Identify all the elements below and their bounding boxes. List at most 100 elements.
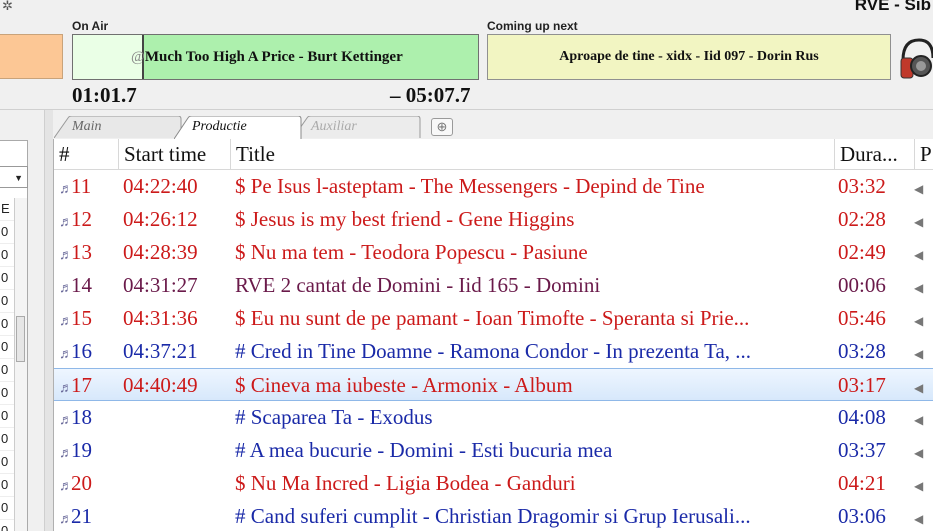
top-divider — [0, 109, 933, 110]
playlist-header: # Start time Title Dura... P — [54, 139, 933, 170]
row-number: ♬19 — [59, 434, 119, 467]
row-duration: 02:49 — [838, 240, 886, 264]
row-number-text: 20 — [71, 471, 92, 495]
tab-main-label: Main — [72, 119, 102, 134]
row-number-text: 13 — [71, 240, 92, 264]
column-header-p[interactable]: P — [915, 139, 933, 169]
row-title: # Cred in Tine Doamne - Ramona Condor - … — [235, 339, 752, 363]
table-row[interactable]: ♬11 04:22:40 $ Pe Isus l-asteptam - The Me… — [54, 170, 933, 203]
music-note-icon: ♬ — [59, 281, 73, 296]
plus-icon: ⊕ — [436, 119, 448, 134]
left-list-item[interactable]: 0 — [0, 359, 14, 382]
row-sound-cell[interactable]: ◀ — [914, 269, 932, 302]
row-sound-cell[interactable]: ◀ — [914, 401, 932, 434]
row-duration: 04:08 — [838, 405, 886, 429]
music-note-icon: ♬ — [59, 347, 73, 362]
volume-icon: ◀ — [914, 512, 924, 526]
add-tab-button[interactable]: ⊕ — [431, 118, 453, 136]
row-sound-cell[interactable]: ◀ — [914, 369, 932, 402]
coming-up-track-box[interactable]: Aproape de tine - xidx - Iid 097 - Dorin… — [487, 34, 891, 80]
left-list-item[interactable]: 0 — [0, 244, 14, 267]
row-duration: 03:06 — [838, 504, 886, 528]
column-header-title[interactable]: Title — [231, 139, 835, 169]
table-row[interactable]: ♬16 04:37:21 # Cred in Tine Doamne - Ramon… — [54, 335, 933, 368]
row-number-text: 21 — [71, 504, 92, 528]
row-sound-cell[interactable]: ◀ — [914, 335, 932, 368]
left-list-item[interactable]: 0 — [0, 428, 14, 451]
column-header-duration[interactable]: Dura... — [835, 139, 915, 169]
left-list-item[interactable]: 0 — [0, 290, 14, 313]
row-start-time — [123, 467, 233, 500]
row-sound-cell[interactable]: ◀ — [914, 170, 932, 203]
row-number: ♬14 — [59, 269, 119, 302]
row-start-time — [123, 434, 233, 467]
volume-icon: ◀ — [914, 446, 924, 460]
table-row[interactable]: ♬18 # Scaparea Ta - Exodus 04:08 ◀ — [54, 401, 933, 434]
table-row-selected[interactable]: ♬17 04:40:49 $ Cineva ma iubeste - Armonix… — [54, 368, 933, 401]
volume-icon: ◀ — [914, 347, 924, 361]
row-sound-cell[interactable]: ◀ — [914, 500, 932, 531]
left-list-item[interactable]: 0 — [0, 451, 14, 474]
table-row[interactable]: ♬13 04:28:39 $ Nu ma tem - Teodora Popescu… — [54, 236, 933, 269]
table-row[interactable]: ♬20 $ Nu Ma Incred - Ligia Bodea - Gandur… — [54, 467, 933, 500]
row-sound-cell[interactable]: ◀ — [914, 467, 932, 500]
panel-splitter[interactable] — [44, 110, 53, 531]
left-list-item[interactable]: 0 — [0, 336, 14, 359]
left-list-item[interactable]: 0 — [0, 520, 14, 531]
left-list-item[interactable]: 0 — [0, 474, 14, 497]
row-sound-cell[interactable]: ◀ — [914, 203, 932, 236]
row-duration: 03:37 — [838, 438, 886, 462]
volume-icon: ◀ — [914, 248, 924, 262]
column-header-number[interactable]: # — [54, 139, 119, 169]
table-row[interactable]: ♬21 # Cand suferi cumplit - Christian Dra… — [54, 500, 933, 531]
left-list-item[interactable]: E — [0, 198, 14, 221]
row-sound-cell[interactable]: ◀ — [914, 302, 932, 335]
on-air-prefix: @ — [131, 49, 145, 65]
left-list-item[interactable]: 0 — [0, 382, 14, 405]
playlist-grid[interactable]: # Start time Title Dura... P ♬11 04:22:40… — [53, 139, 933, 531]
on-air-track-box[interactable]: @Much Too High A Price - Burt Kettinger — [72, 34, 479, 80]
left-list-item[interactable]: 0 — [0, 267, 14, 290]
left-panel-dropdown[interactable]: ▼ — [0, 166, 28, 188]
settings-gear-icon[interactable]: ✲ — [2, 0, 20, 12]
table-row[interactable]: ♬19 # A mea bucurie - Domini - Esti bucur… — [54, 434, 933, 467]
music-note-icon: ♬ — [59, 314, 73, 329]
row-duration: 05:46 — [838, 306, 886, 330]
row-start-time: 04:37:21 — [123, 339, 198, 363]
on-air-label: On Air — [72, 19, 109, 33]
row-sound-cell[interactable]: ◀ — [914, 434, 932, 467]
tab-productie-label: Productie — [192, 119, 247, 134]
speaker-headphones-icon[interactable] — [899, 34, 933, 82]
row-duration: 02:28 — [838, 207, 886, 231]
music-note-icon: ♬ — [59, 381, 73, 396]
left-panel-scrollbar[interactable] — [14, 198, 27, 531]
left-list-item[interactable]: 0 — [0, 221, 14, 244]
column-header-start-time[interactable]: Start time — [119, 139, 231, 169]
volume-icon: ◀ — [914, 182, 924, 196]
row-duration: 03:17 — [838, 373, 886, 397]
left-side-panel: ▼ E00000000000000 — [0, 110, 44, 531]
row-number-text: 15 — [71, 306, 92, 330]
table-row[interactable]: ♬14 04:31:27 RVE 2 cantat de Domini - Iid … — [54, 269, 933, 302]
left-list-item[interactable]: 0 — [0, 313, 14, 336]
table-row[interactable]: ♬12 04:26:12 $ Jesus is my best friend - G… — [54, 203, 933, 236]
row-sound-cell[interactable]: ◀ — [914, 236, 932, 269]
left-list-item[interactable]: 0 — [0, 497, 14, 520]
row-title: $ Eu nu sunt de pe pamant - Ioan Timofte… — [235, 306, 750, 330]
row-title: RVE 2 cantat de Domini - Iid 165 - Domin… — [235, 273, 601, 297]
elapsed-time: 01:01.7 — [72, 83, 137, 107]
row-title: $ Jesus is my best friend - Gene Higgins — [235, 207, 575, 231]
row-number: ♬12 — [59, 203, 119, 236]
row-start-time: 04:40:49 — [123, 373, 198, 397]
music-note-icon: ♬ — [59, 182, 73, 197]
music-note-icon: ♬ — [59, 512, 73, 527]
scroll-thumb[interactable] — [16, 316, 25, 362]
tab-productie[interactable]: Productie — [174, 116, 344, 140]
left-list-item[interactable]: 0 — [0, 405, 14, 428]
row-title: # Scaparea Ta - Exodus — [235, 405, 433, 429]
remaining-time: – 05:07.7 — [390, 83, 471, 107]
previous-item-box[interactable] — [0, 34, 63, 79]
row-start-time: 04:31:27 — [123, 273, 198, 297]
row-number: ♬17 — [59, 369, 119, 402]
table-row[interactable]: ♬15 04:31:36 $ Eu nu sunt de pe pamant - I… — [54, 302, 933, 335]
